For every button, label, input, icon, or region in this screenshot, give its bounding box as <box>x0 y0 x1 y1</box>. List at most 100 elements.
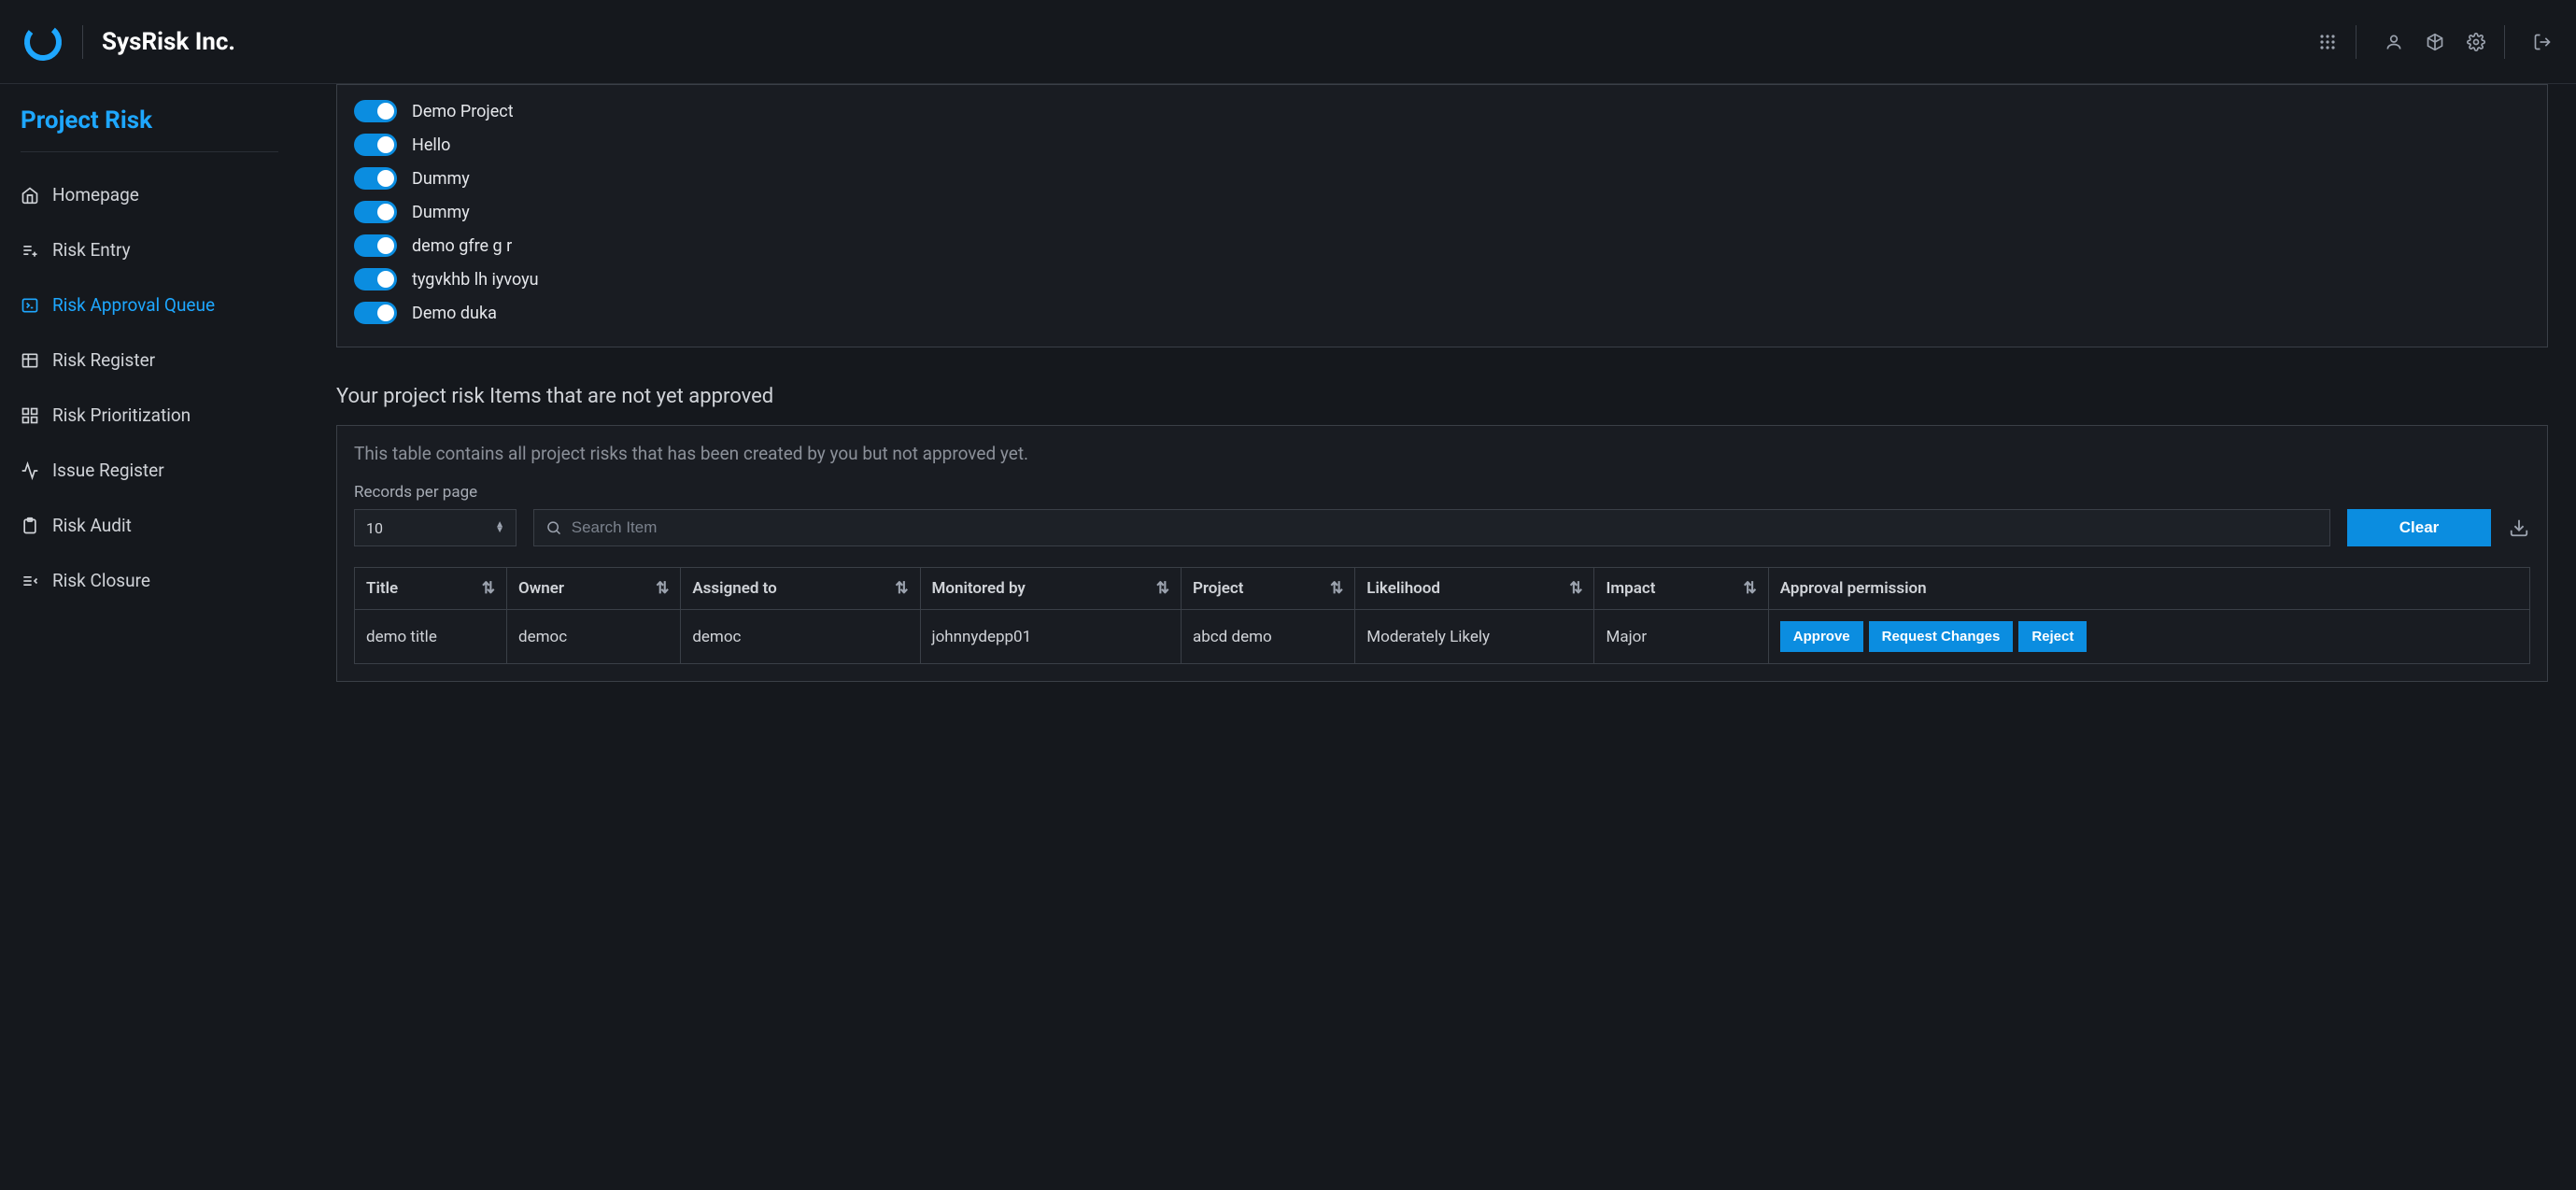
toggle-switch[interactable] <box>354 167 397 190</box>
sidebar-item-label: Risk Audit <box>52 515 132 536</box>
sidebar-item-risk-approval-queue[interactable]: Risk Approval Queue <box>21 277 278 333</box>
logo-icon <box>22 21 64 63</box>
toggles-card: Demo Project Hello Dummy Dummy demo gfre… <box>336 84 2548 347</box>
toggle-label: Dummy <box>412 169 470 189</box>
divider <box>82 25 83 59</box>
sidebar-item-risk-prioritization[interactable]: Risk Prioritization <box>21 388 278 443</box>
column-header-impact[interactable]: Impact⇅ <box>1594 568 1768 610</box>
sidebar-title: Project Risk <box>21 106 278 135</box>
sidebar-item-label: Risk Closure <box>52 570 150 591</box>
download-icon[interactable] <box>2508 517 2530 539</box>
toggle-row: Dummy <box>354 195 2530 229</box>
toggle-row: Dummy <box>354 162 2530 195</box>
search-input[interactable] <box>572 518 2318 537</box>
chevron-up-down-icon: ▲▼ <box>495 522 504 533</box>
request-changes-button[interactable]: Request Changes <box>1869 621 2014 652</box>
cell-project: abcd demo <box>1181 610 1354 664</box>
column-header-title[interactable]: Title⇅ <box>355 568 507 610</box>
toggle-switch[interactable] <box>354 234 397 257</box>
table-icon <box>21 351 39 370</box>
records-per-page-label: Records per page <box>354 483 2530 502</box>
records-per-page-select[interactable]: 10 ▲▼ <box>354 509 517 546</box>
reject-button[interactable]: Reject <box>2018 621 2087 652</box>
toggle-row: demo gfre g r <box>354 229 2530 262</box>
column-header-owner[interactable]: Owner⇅ <box>507 568 681 610</box>
sort-icon: ⇅ <box>895 579 908 598</box>
sidebar-item-risk-register[interactable]: Risk Register <box>21 333 278 388</box>
sort-icon: ⇅ <box>1744 579 1757 598</box>
sort-icon: ⇅ <box>1330 579 1343 598</box>
column-header-approval-permission: Approval permission <box>1768 568 2529 610</box>
clipboard-icon <box>21 517 39 535</box>
cube-icon[interactable] <box>2424 31 2446 53</box>
sidebar-item-risk-closure[interactable]: Risk Closure <box>21 553 278 608</box>
search-input-wrapper <box>533 509 2330 546</box>
sidebar-item-risk-entry[interactable]: Risk Entry <box>21 222 278 277</box>
app-header: SysRisk Inc. <box>0 0 2576 84</box>
card-description: This table contains all project risks th… <box>354 435 2530 464</box>
cell-impact: Major <box>1594 610 1768 664</box>
sidebar-item-label: Risk Approval Queue <box>52 294 215 316</box>
sidebar-item-risk-audit[interactable]: Risk Audit <box>21 498 278 553</box>
sidebar-item-label: Risk Register <box>52 349 155 371</box>
column-header-assigned-to[interactable]: Assigned to⇅ <box>681 568 920 610</box>
toggle-switch[interactable] <box>354 134 397 156</box>
collapse-icon <box>21 572 39 590</box>
home-icon <box>21 186 39 205</box>
cell-assigned-to: democ <box>681 610 920 664</box>
dashboard-icon <box>21 406 39 425</box>
toggle-label: demo gfre g r <box>412 236 512 256</box>
sidebar-item-homepage[interactable]: Homepage <box>21 167 278 222</box>
list-plus-icon <box>21 241 39 260</box>
sidebar-item-label: Issue Register <box>52 460 164 481</box>
apps-icon[interactable] <box>2316 31 2339 53</box>
pending-risks-card: This table contains all project risks th… <box>336 425 2548 682</box>
activity-icon <box>21 461 39 480</box>
cell-likelihood: Moderately Likely <box>1355 610 1594 664</box>
sidebar-item-label: Risk Prioritization <box>52 404 191 426</box>
toggle-row: Demo duka <box>354 296 2530 330</box>
divider <box>2504 25 2505 59</box>
table-row: demo title democ democ johnnydepp01 abcd… <box>355 610 2530 664</box>
clear-button[interactable]: Clear <box>2347 509 2491 546</box>
sort-icon: ⇅ <box>1156 579 1169 598</box>
toggle-row: Demo Project <box>354 94 2530 128</box>
search-icon <box>545 519 562 536</box>
column-header-project[interactable]: Project⇅ <box>1181 568 1354 610</box>
approve-button[interactable]: Approve <box>1780 621 1863 652</box>
column-header-monitored-by[interactable]: Monitored by⇅ <box>920 568 1181 610</box>
toggle-row: tygvkhb lh iyvoyu <box>354 262 2530 296</box>
sort-icon: ⇅ <box>656 579 669 598</box>
cell-monitored-by: johnnydepp01 <box>920 610 1181 664</box>
terminal-icon <box>21 296 39 315</box>
toggle-switch[interactable] <box>354 100 397 122</box>
cell-owner: democ <box>507 610 681 664</box>
toggle-label: Hello <box>412 135 450 155</box>
sidebar-item-label: Homepage <box>52 184 139 205</box>
sidebar-item-issue-register[interactable]: Issue Register <box>21 443 278 498</box>
divider <box>2356 25 2357 59</box>
user-icon[interactable] <box>2383 31 2405 53</box>
column-header-likelihood[interactable]: Likelihood⇅ <box>1355 568 1594 610</box>
toggle-switch[interactable] <box>354 302 397 324</box>
sort-icon: ⇅ <box>1569 579 1582 598</box>
main-content: Demo Project Hello Dummy Dummy demo gfre… <box>299 84 2576 1190</box>
divider <box>21 151 278 152</box>
sidebar-item-label: Risk Entry <box>52 239 131 261</box>
toggle-label: Demo Project <box>412 102 514 121</box>
pending-risks-table: Title⇅ Owner⇅ Assigned to⇅ Monitored by⇅… <box>354 567 2530 664</box>
cell-title: demo title <box>355 610 507 664</box>
logout-icon[interactable] <box>2531 31 2554 53</box>
cell-actions: Approve Request Changes Reject <box>1768 610 2529 664</box>
toggle-label: tygvkhb lh iyvoyu <box>412 270 539 290</box>
table-header-row: Title⇅ Owner⇅ Assigned to⇅ Monitored by⇅… <box>355 568 2530 610</box>
toggle-label: Demo duka <box>412 304 497 323</box>
select-value: 10 <box>366 519 383 537</box>
sidebar: Project Risk Homepage Risk Entry Risk Ap… <box>0 84 299 1190</box>
sort-icon: ⇅ <box>482 579 495 598</box>
brand-name: SysRisk Inc. <box>102 28 235 56</box>
toggle-label: Dummy <box>412 203 470 222</box>
toggle-switch[interactable] <box>354 268 397 290</box>
gear-icon[interactable] <box>2465 31 2487 53</box>
toggle-switch[interactable] <box>354 201 397 223</box>
